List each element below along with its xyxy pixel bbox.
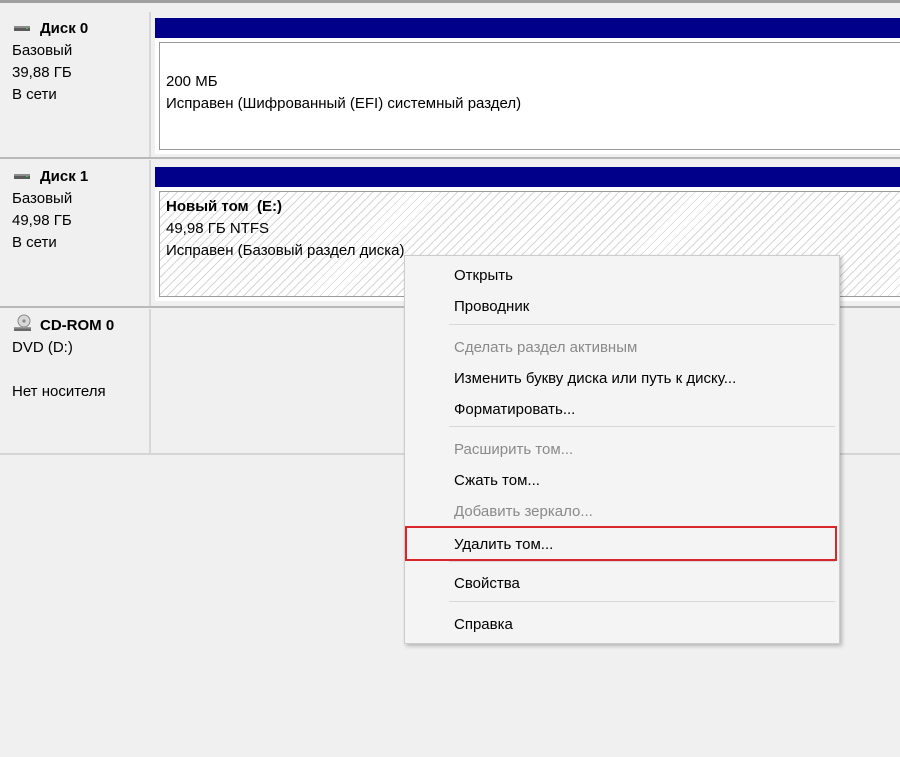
- menu-separator: [449, 601, 835, 602]
- disk-0-partition-body[interactable]: 200 МБ Исправен (Шифрованный (EFI) систе…: [159, 42, 900, 150]
- menu-item-explorer[interactable]: Проводник: [405, 292, 839, 322]
- row-separator: [0, 157, 900, 159]
- disk-1-volume-title: Новый том (E:): [166, 198, 282, 215]
- disk-1-name-row: Диск 1: [12, 166, 149, 188]
- cd-drive-icon: [12, 314, 34, 334]
- menu-separator: [449, 426, 835, 427]
- menu-item-change-drive-letter[interactable]: Изменить букву диска или путь к диску...: [405, 364, 839, 394]
- menu-separator: [449, 561, 835, 562]
- disk-0-status: В сети: [12, 86, 57, 103]
- disk-0-partition-status: Исправен (Шифрованный (EFI) системный ра…: [166, 95, 522, 112]
- menu-item-extend-volume[interactable]: Расширить том...: [405, 435, 839, 465]
- menu-item-mark-active[interactable]: Сделать раздел активным: [405, 333, 839, 363]
- disk-1-status: В сети: [12, 234, 57, 251]
- disk-1-partition-size: 49,98 ГБ NTFS: [166, 220, 270, 237]
- disk-0-partition-size: 200 МБ: [166, 73, 218, 90]
- disk-0-name-row: Диск 0: [12, 18, 149, 40]
- menu-item-help[interactable]: Справка: [405, 610, 839, 640]
- cdrom-0-status: Нет носителя: [12, 383, 106, 400]
- disk-0-partition[interactable]: 200 МБ Исправен (Шифрованный (EFI) систе…: [155, 18, 900, 154]
- cdrom-0-name-row: CD-ROM 0: [12, 314, 149, 337]
- menu-item-format[interactable]: Форматировать...: [405, 395, 839, 425]
- cdrom-0-label[interactable]: CD-ROM 0 DVD (D:) Нет носителя: [0, 309, 151, 454]
- menu-separator: [449, 324, 835, 325]
- disk-0-label[interactable]: Диск 0 Базовый 39,88 ГБ В сети: [0, 12, 151, 158]
- menu-item-open[interactable]: Открыть: [405, 261, 839, 291]
- partition-header-bar: [155, 167, 900, 187]
- menu-item-properties[interactable]: Свойства: [405, 569, 839, 599]
- top-border: [0, 0, 900, 3]
- menu-item-add-mirror[interactable]: Добавить зеркало...: [405, 497, 839, 527]
- disk-0-size: 39,88 ГБ: [12, 64, 72, 81]
- disk-1-type: Базовый: [12, 190, 73, 207]
- hard-disk-icon: [12, 169, 34, 185]
- disk-1-label[interactable]: Диск 1 Базовый 49,98 ГБ В сети: [0, 160, 151, 306]
- menu-item-shrink-volume[interactable]: Сжать том...: [405, 466, 839, 496]
- menu-item-delete-volume[interactable]: Удалить том...: [405, 526, 837, 561]
- disk-0-name: Диск 0: [40, 20, 89, 37]
- partition-header-bar: [155, 18, 900, 38]
- disk-1-size: 49,98 ГБ: [12, 212, 72, 229]
- hard-disk-icon: [12, 21, 34, 37]
- context-menu: Открыть Проводник Сделать раздел активны…: [404, 255, 840, 644]
- cdrom-0-drive: DVD (D:): [12, 339, 73, 356]
- cdrom-0-name: CD-ROM 0: [40, 317, 115, 334]
- disk-0-type: Базовый: [12, 42, 73, 59]
- disk-1-name: Диск 1: [40, 168, 89, 185]
